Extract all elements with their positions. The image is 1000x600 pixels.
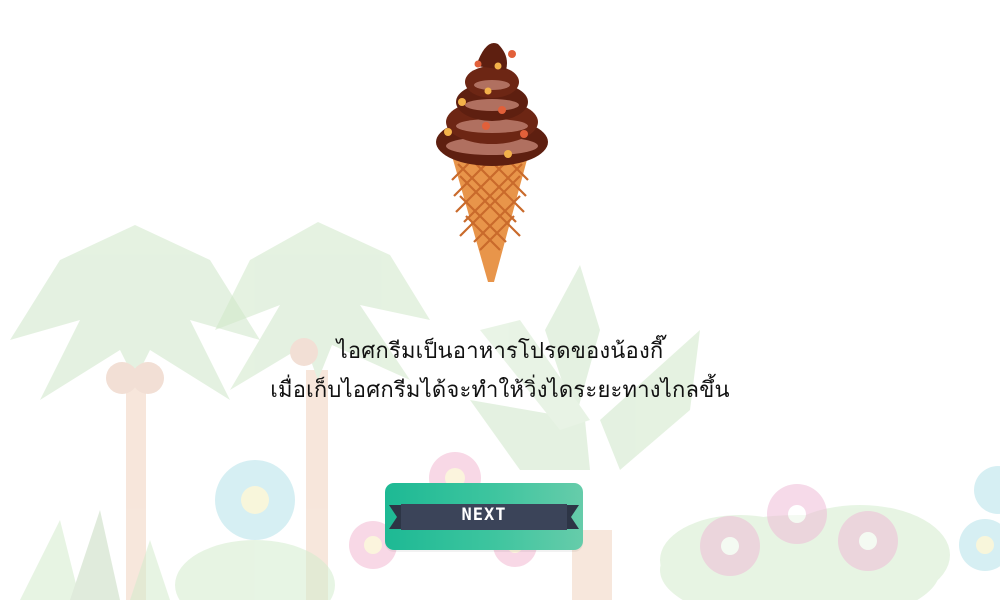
story-text-line-2: เมื่อเก็บไอศกรีมได้จะทำให้วิ่งไดระยะทางไ… (270, 378, 730, 403)
next-button[interactable]: NEXT (385, 483, 583, 550)
palm-tree-left (10, 225, 260, 600)
story-text-line-1: ไอศกรีมเป็นอาหารโปรดของน้องกี๊ (336, 339, 664, 364)
next-button-label: NEXT (461, 505, 507, 525)
ice-cream-cone-icon (436, 42, 548, 282)
